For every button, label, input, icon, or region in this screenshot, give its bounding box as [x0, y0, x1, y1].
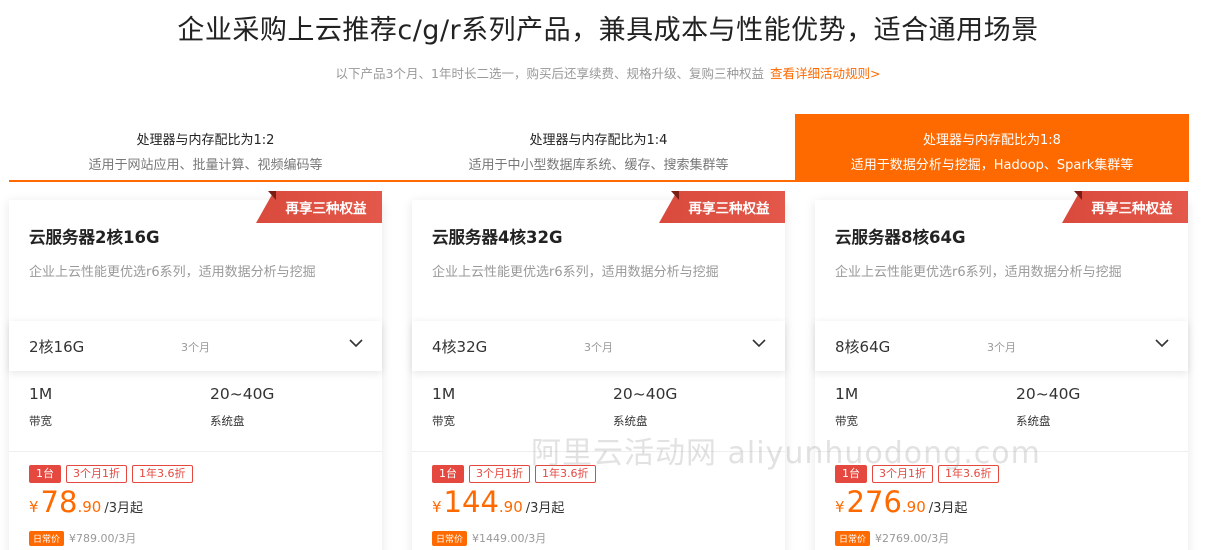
- divider: [9, 451, 382, 452]
- page-subtitle: 以下产品3个月、1年时长二选一，购买后还享续费、规格升级、复购三种权益 查看详细活…: [0, 63, 1216, 82]
- chevron-down-icon: [349, 339, 363, 348]
- currency-symbol: ¥: [432, 498, 442, 516]
- duration-value: 3个月: [987, 341, 1016, 354]
- orig-price-value: ¥789.00/3月: [69, 532, 137, 545]
- orig-price-value: ¥1449.00/3月: [472, 532, 547, 545]
- disk-value: 20~40G: [1016, 385, 1081, 403]
- bandwidth-label: 带宽: [835, 414, 858, 428]
- discount-tag: 1年3.6折: [938, 465, 999, 483]
- discount-tag: 3个月1折: [872, 465, 933, 483]
- disk-label: 系统盘: [613, 414, 648, 428]
- original-price: 日常价 ¥1449.00/3月: [432, 530, 546, 546]
- page-title: 企业采购上云推荐c/g/r系列产品，兼具成本与性能优势，适合通用场景: [177, 15, 1039, 46]
- tab-desc: 适用于中小型数据库系统、缓存、搜索集群等: [468, 158, 729, 173]
- spec-value: 4核32G: [432, 338, 488, 356]
- promo-tags: 1台 3个月1折 1年3.6折: [29, 465, 193, 483]
- promo-tags: 1台 3个月1折 1年3.6折: [432, 465, 596, 483]
- rules-link[interactable]: 查看详细活动规则>: [770, 66, 880, 81]
- currency-symbol: ¥: [835, 498, 845, 516]
- bandwidth-value: 1M: [29, 385, 53, 403]
- orig-price-badge: 日常价: [29, 530, 65, 546]
- tab-desc: 适用于网站应用、批量计算、视频编码等: [88, 158, 323, 173]
- divider: [815, 451, 1188, 452]
- price: ¥144.90/3月起: [432, 485, 564, 519]
- original-price: 日常价 ¥789.00/3月: [29, 530, 136, 546]
- price-decimal: .90: [901, 498, 926, 516]
- tab-title: 处理器与内存配比为1:4: [529, 133, 668, 148]
- benefits-ribbon: 再享三种权益: [256, 191, 382, 223]
- quantity-tag: 1台: [432, 465, 464, 483]
- duration-value: 3个月: [181, 341, 210, 354]
- quantity-tag: 1台: [29, 465, 61, 483]
- tab-ratio-1-2[interactable]: 处理器与内存配比为1:2 适用于网站应用、批量计算、视频编码等: [9, 114, 402, 180]
- spec-selector[interactable]: 4核32G 3个月: [412, 321, 785, 371]
- disk-label: 系统盘: [210, 414, 245, 428]
- price-unit: /3月起: [104, 501, 143, 516]
- card-title: 云服务器8核64G: [835, 228, 966, 247]
- currency-symbol: ¥: [29, 498, 39, 516]
- disk-label: 系统盘: [1016, 414, 1051, 428]
- price-unit: /3月起: [525, 501, 565, 516]
- discount-tag: 3个月1折: [66, 465, 127, 483]
- orig-price-badge: 日常价: [432, 530, 468, 546]
- price: ¥78.90/3月起: [29, 485, 143, 519]
- price-integer: 78: [40, 485, 78, 519]
- tab-ratio-1-8[interactable]: 处理器与内存配比为1:8 适用于数据分析与挖掘，Hadoop、Spark集群等: [795, 114, 1189, 180]
- discount-tag: 1年3.6折: [132, 465, 193, 483]
- orig-price-value: ¥2769.00/3月: [875, 532, 950, 545]
- disk-value: 20~40G: [210, 385, 275, 403]
- tab-title: 处理器与内存配比为1:2: [136, 133, 275, 148]
- card-desc: 企业上云性能更优选r6系列，适用数据分析与挖掘: [432, 265, 719, 280]
- discount-tag: 3个月1折: [469, 465, 530, 483]
- bandwidth-value: 1M: [835, 385, 859, 403]
- price-decimal: .90: [77, 498, 102, 516]
- tab-desc: 适用于数据分析与挖掘，Hadoop、Spark集群等: [850, 158, 1134, 173]
- quantity-tag: 1台: [835, 465, 867, 483]
- product-card[interactable]: 再享三种权益 云服务器2核16G 企业上云性能更优选r6系列，适用数据分析与挖掘…: [9, 191, 382, 550]
- price-integer: 276: [846, 485, 902, 519]
- promo-tags: 1台 3个月1折 1年3.6折: [835, 465, 999, 483]
- benefits-ribbon: 再享三种权益: [659, 191, 785, 223]
- price-decimal: .90: [498, 498, 523, 516]
- tab-ratio-1-4[interactable]: 处理器与内存配比为1:4 适用于中小型数据库系统、缓存、搜索集群等: [402, 114, 795, 180]
- chevron-down-icon: [752, 339, 766, 348]
- price-integer: 144: [443, 485, 499, 519]
- spec-selector[interactable]: 2核16G 3个月: [9, 321, 382, 371]
- card-title: 云服务器2核16G: [29, 228, 160, 247]
- card-desc: 企业上云性能更优选r6系列，适用数据分析与挖掘: [29, 265, 316, 280]
- orig-price-badge: 日常价: [835, 530, 871, 546]
- price: ¥276.90/3月起: [835, 485, 967, 519]
- product-card[interactable]: 再享三种权益 云服务器4核32G 企业上云性能更优选r6系列，适用数据分析与挖掘…: [412, 191, 785, 550]
- price-unit: /3月起: [928, 501, 968, 516]
- duration-value: 3个月: [584, 341, 613, 354]
- discount-tag: 1年3.6折: [535, 465, 596, 483]
- card-title: 云服务器4核32G: [432, 228, 563, 247]
- card-desc: 企业上云性能更优选r6系列，适用数据分析与挖掘: [835, 265, 1122, 280]
- bandwidth-label: 带宽: [29, 414, 52, 428]
- chevron-down-icon: [1155, 339, 1169, 348]
- divider: [412, 451, 785, 452]
- benefits-ribbon: 再享三种权益: [1062, 191, 1188, 223]
- bandwidth-label: 带宽: [432, 414, 455, 428]
- tab-title: 处理器与内存配比为1:8: [923, 133, 1061, 148]
- spec-value: 2核16G: [29, 338, 85, 356]
- tabs-underline: [9, 180, 1189, 182]
- disk-value: 20~40G: [613, 385, 678, 403]
- subtitle-text: 以下产品3个月、1年时长二选一，购买后还享续费、规格升级、复购三种权益: [335, 66, 764, 81]
- original-price: 日常价 ¥2769.00/3月: [835, 530, 949, 546]
- bandwidth-value: 1M: [432, 385, 456, 403]
- spec-value: 8核64G: [835, 338, 891, 356]
- spec-selector[interactable]: 8核64G 3个月: [815, 321, 1188, 371]
- product-card[interactable]: 再享三种权益 云服务器8核64G 企业上云性能更优选r6系列，适用数据分析与挖掘…: [815, 191, 1188, 550]
- ratio-tabs: 处理器与内存配比为1:2 适用于网站应用、批量计算、视频编码等 处理器与内存配比…: [9, 114, 1189, 182]
